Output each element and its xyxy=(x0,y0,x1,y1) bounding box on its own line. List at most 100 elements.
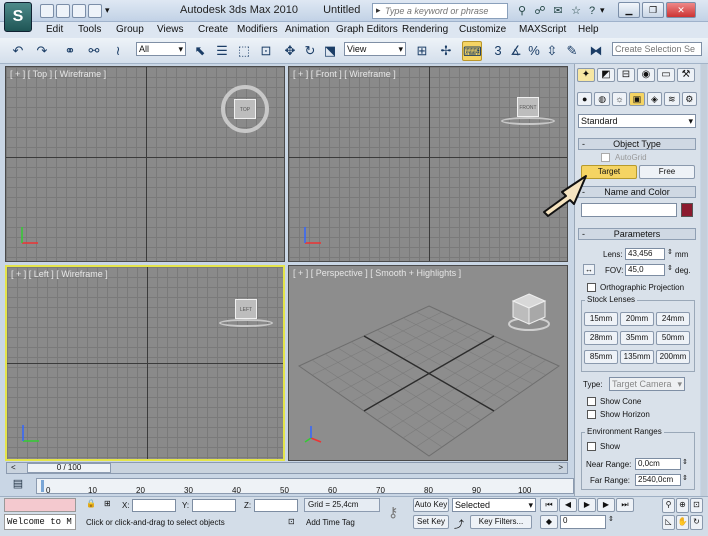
next-frame-icon[interactable]: ▶ xyxy=(597,498,615,512)
time-slider-right-arrow-icon[interactable]: > xyxy=(558,463,563,472)
viewport-top[interactable]: [ + ] [ Top ] [ Wireframe ] TOP xyxy=(5,66,285,262)
undo-icon[interactable]: ↶ xyxy=(8,41,28,61)
select-object-icon[interactable]: ⬉ xyxy=(190,41,210,61)
field-of-view-icon[interactable]: ◺ xyxy=(662,514,675,530)
viewcube-ring[interactable] xyxy=(219,319,273,327)
utilities-tab-icon[interactable]: ⚒ xyxy=(677,68,695,82)
menu-views[interactable]: Views xyxy=(157,24,184,35)
lens-spinner[interactable]: 43,456 xyxy=(625,248,665,260)
spinner-arrows-icon[interactable]: ⇕ xyxy=(667,264,673,272)
helpers-icon[interactable]: ◈ xyxy=(646,92,663,106)
lens-15mm-button[interactable]: 15mm xyxy=(584,312,618,326)
show-cone-checkbox[interactable] xyxy=(587,397,596,406)
key-mode-dropdown[interactable]: Selected ▾ xyxy=(452,498,536,512)
undo-quick-icon[interactable] xyxy=(88,4,102,18)
select-manipulate-icon[interactable]: ✢ xyxy=(436,41,456,61)
close-button[interactable]: ✕ xyxy=(666,2,696,18)
search-input[interactable] xyxy=(372,3,508,19)
command-panel-scrollbar[interactable] xyxy=(701,64,707,496)
viewport-left-active[interactable]: [ + ] [ Left ] [ Wireframe ] LEFT xyxy=(5,265,285,461)
pan-hand-icon[interactable]: ✋ xyxy=(676,514,689,530)
key-filters-button[interactable]: Key Filters... xyxy=(470,515,532,529)
lock-selection-icon[interactable]: 🔒 xyxy=(86,499,96,508)
cameras-icon[interactable]: ▣ xyxy=(629,92,645,106)
x-coord-input[interactable] xyxy=(132,499,176,512)
menu-maxscript[interactable]: MAXScript xyxy=(519,24,566,35)
app-logo-button[interactable]: S xyxy=(4,2,32,32)
time-slider-left-arrow-icon[interactable]: < xyxy=(11,463,16,472)
snaps-toggle-icon[interactable]: 3 xyxy=(488,41,508,61)
geometry-icon[interactable]: ● xyxy=(577,92,593,106)
lens-135mm-button[interactable]: 135mm xyxy=(620,350,654,364)
selection-filter-dropdown[interactable]: All ▾ xyxy=(136,42,186,56)
time-tag-icon[interactable]: ⊡ xyxy=(288,517,295,526)
hierarchy-tab-icon[interactable]: ⊟ xyxy=(617,68,635,82)
autogrid-checkbox[interactable] xyxy=(601,153,610,162)
lens-50mm-button[interactable]: 50mm xyxy=(656,331,690,345)
viewport-label[interactable]: [ + ] [ Front ] [ Wireframe ] xyxy=(293,69,396,79)
time-slider[interactable]: < 0 / 100 > xyxy=(6,462,568,474)
mirror-icon[interactable]: ⧓ xyxy=(586,41,606,61)
go-to-end-icon[interactable]: ⏭ xyxy=(616,498,634,512)
absolute-mode-icon[interactable]: ⊞ xyxy=(104,499,111,508)
menu-group[interactable]: Group xyxy=(116,24,144,35)
new-file-icon[interactable] xyxy=(40,4,54,18)
viewport-front[interactable]: [ + ] [ Front ] [ Wireframe ] FRONT xyxy=(288,66,568,262)
subscription-icon[interactable]: ☍ xyxy=(532,3,548,19)
menu-graph-editors[interactable]: Graph Editors xyxy=(336,24,398,35)
menu-animation[interactable]: Animation xyxy=(285,24,329,35)
zoom-extents-icon[interactable]: ⊡ xyxy=(690,498,703,513)
select-and-scale-icon[interactable]: ⬔ xyxy=(320,41,340,61)
spinner-arrows-icon[interactable]: ⇕ xyxy=(682,474,688,482)
select-and-link-icon[interactable]: ⚭ xyxy=(60,41,80,61)
track-bar[interactable] xyxy=(36,478,574,494)
object-color-swatch[interactable] xyxy=(681,203,693,217)
lights-icon[interactable]: ☼ xyxy=(611,92,628,106)
go-to-start-icon[interactable]: ⏮ xyxy=(540,498,558,512)
zoom-icon[interactable]: ⚲ xyxy=(662,498,675,513)
fov-spinner[interactable]: 45,0 xyxy=(625,264,665,276)
key-mode-toggle-icon[interactable]: ◆ xyxy=(540,515,558,529)
viewcube[interactable]: LEFT xyxy=(235,299,257,319)
mini-curve-editor-icon[interactable]: ▤ xyxy=(8,476,28,492)
keyboard-shortcut-override-icon[interactable]: ⌨ xyxy=(462,41,482,61)
env-show-checkbox[interactable] xyxy=(587,442,596,451)
default-in-out-tangents-icon[interactable]: ⤴ xyxy=(454,516,464,531)
lens-20mm-button[interactable]: 20mm xyxy=(620,312,654,326)
motion-tab-icon[interactable]: ◉ xyxy=(637,68,655,82)
favorites-star-icon[interactable]: ☆ xyxy=(568,3,584,19)
previous-frame-icon[interactable]: ◀ xyxy=(559,498,577,512)
set-key-button[interactable]: Set Key xyxy=(413,515,449,529)
menu-customize[interactable]: Customize xyxy=(459,24,506,35)
save-file-icon[interactable] xyxy=(72,4,86,18)
unlink-icon[interactable]: ⚯ xyxy=(84,41,104,61)
space-warps-icon[interactable]: ≋ xyxy=(664,92,680,106)
play-icon[interactable]: ▶ xyxy=(578,498,596,512)
object-name-input[interactable] xyxy=(581,203,677,217)
select-and-move-icon[interactable]: ✥ xyxy=(280,41,300,61)
viewport-label[interactable]: [ + ] [ Top ] [ Wireframe ] xyxy=(10,69,106,79)
time-slider-thumb[interactable]: 0 / 100 xyxy=(27,463,111,473)
named-selection-sets-dropdown[interactable]: Create Selection Se xyxy=(612,42,702,56)
quick-access-dropdown-icon[interactable]: ▾ xyxy=(105,5,110,16)
viewport-perspective[interactable]: [ + ] [ Perspective ] [ Smooth + Highlig… xyxy=(288,265,568,461)
help-dropdown-icon[interactable]: ▾ xyxy=(600,5,605,16)
display-tab-icon[interactable]: ▭ xyxy=(657,68,675,82)
reference-coordinate-dropdown[interactable]: View ▾ xyxy=(344,42,406,56)
parameters-rollout-header[interactable]: - Parameters xyxy=(578,228,696,240)
orthographic-checkbox[interactable] xyxy=(587,283,596,292)
window-crossing-icon[interactable]: ⊡ xyxy=(256,41,276,61)
select-and-rotate-icon[interactable]: ↻ xyxy=(300,41,320,61)
open-file-icon[interactable] xyxy=(56,4,70,18)
free-camera-button[interactable]: Free xyxy=(639,165,695,179)
menu-edit[interactable]: Edit xyxy=(46,24,63,35)
spinner-snap-icon[interactable]: ⇳ xyxy=(542,41,562,61)
viewcube[interactable] xyxy=(507,290,551,334)
bind-space-warp-icon[interactable]: ≀ xyxy=(108,41,128,61)
spinner-arrows-icon[interactable]: ⇕ xyxy=(682,458,688,466)
y-coord-input[interactable] xyxy=(192,499,236,512)
viewcube[interactable]: TOP xyxy=(234,99,256,119)
zoom-all-icon[interactable]: ⊕ xyxy=(676,498,689,513)
edit-named-selection-icon[interactable]: ✎ xyxy=(562,41,582,61)
far-range-spinner[interactable]: 2540,0cm xyxy=(635,474,681,486)
